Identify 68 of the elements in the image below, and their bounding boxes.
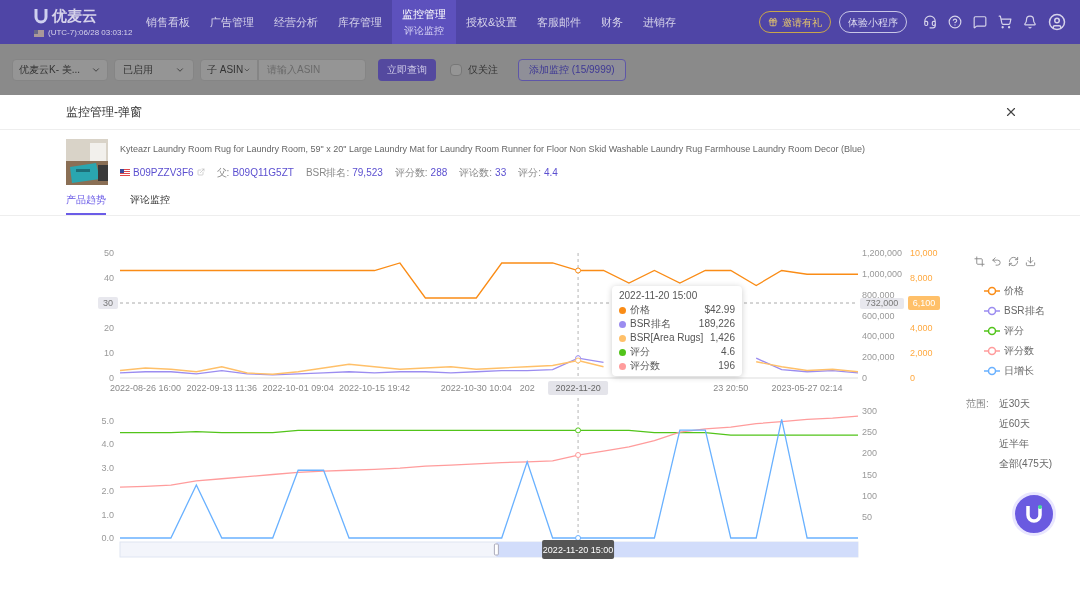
axis-label: 250: [862, 427, 878, 438]
slider-label: 2022-11-20 15:00: [542, 540, 615, 559]
axis-pointer-label: 732,000: [860, 298, 904, 309]
tooltip-value: 196: [718, 359, 735, 373]
tooltip-label: 评分: [630, 345, 650, 359]
stat-value: 79,523: [352, 165, 383, 180]
stat-value: 4.4: [544, 165, 558, 180]
axis-label: 4.0: [101, 439, 114, 450]
axis-label: 20: [104, 323, 114, 333]
axis-pointer-label: 2022-11-20: [548, 381, 609, 395]
stat-label: BSR排名:: [305, 165, 350, 180]
axis-label: 2023-05-27 02:14: [771, 383, 843, 393]
axis-label: 8,000: [910, 273, 933, 283]
axis-label: 2022-10-15 19:42: [338, 383, 410, 393]
axis-label: 0: [109, 373, 114, 383]
axis-label: 23 20:50: [713, 383, 749, 393]
axis-label: 50: [862, 511, 872, 522]
tooltip-value: 189,226: [698, 317, 735, 331]
axis-label: 3.0: [101, 462, 114, 473]
stat-label: 评分:: [518, 165, 541, 180]
axis-label: 1,000,000: [862, 268, 903, 279]
axis-label: 2022-10-30 10:04: [440, 383, 512, 393]
axis-label: 400,000: [862, 331, 895, 342]
clock-text: (UTC-7):06/28 03:03:12: [48, 27, 133, 40]
modal-title: 监控管理-弹窗: [66, 104, 142, 121]
axis-label: 2022-10-01 09:04: [262, 383, 334, 393]
tooltip-value: 1,426: [709, 331, 735, 345]
axis-label: 300: [862, 406, 878, 416]
stat-value: 33: [495, 165, 507, 180]
axis-label: 50: [104, 248, 114, 258]
product-title: Kyteazr Laundry Room Rug for Laundry Room, 59" x 20" Large Laundry Mat for Laundry Room Runner for Floor Non Skid Washable Laundry Rug Farmhouse Laundry Room Decor (Blue): [120, 143, 865, 157]
axis-label: 1,200,000: [862, 248, 903, 258]
axis-pointer-label: 30: [98, 297, 118, 309]
axis-label: 4,000: [910, 323, 933, 333]
axis-label: 202: [519, 383, 535, 393]
parent-label: 父:: [216, 165, 230, 180]
axis-label: 150: [862, 469, 878, 480]
axis-label: 200: [862, 448, 878, 459]
axis-label: 100: [862, 490, 878, 501]
axis-label: 0: [862, 373, 867, 383]
axis-label: 600,000: [862, 310, 895, 321]
tooltip-value: $42.99: [704, 303, 735, 317]
axis-label: 2.0: [101, 486, 114, 497]
logo-text: 优麦云: [52, 5, 97, 26]
stat-label: 评论数:: [459, 165, 493, 180]
stat-label: 评分数:: [394, 165, 428, 180]
tooltip-date: 2022-11-20 15:00: [619, 289, 699, 303]
axis-pointer-label: 6,100: [908, 296, 940, 310]
axis-label: 200,000: [862, 352, 895, 363]
tooltip-label: BSR[Area Rugs]: [630, 331, 704, 345]
tooltip-label: BSR排名: [630, 317, 671, 331]
stat-value: 288: [430, 165, 448, 180]
range-label: 范围:: [966, 397, 989, 411]
axis-label: 800,000: [862, 289, 895, 300]
tooltip-value: 4.6: [721, 345, 735, 359]
tooltip-label: 评分数: [630, 359, 660, 373]
axis-label: 40: [104, 273, 114, 283]
axis-label: 5.0: [101, 416, 114, 426]
axis-label: 2,000: [910, 348, 933, 358]
axis-label: 2022-09-13 11:36: [186, 383, 257, 393]
axis-label: 10,000: [910, 248, 938, 258]
tooltip-label: 价格: [630, 303, 650, 317]
follow-label: 仅关注: [468, 63, 498, 77]
axis-label: 0.0: [101, 533, 114, 543]
axis-label: 1.0: [101, 509, 114, 520]
axis-label: 10: [104, 348, 114, 358]
axis-label: 2022-08-26 16:00: [109, 383, 181, 393]
axis-label: 0: [910, 373, 915, 383]
